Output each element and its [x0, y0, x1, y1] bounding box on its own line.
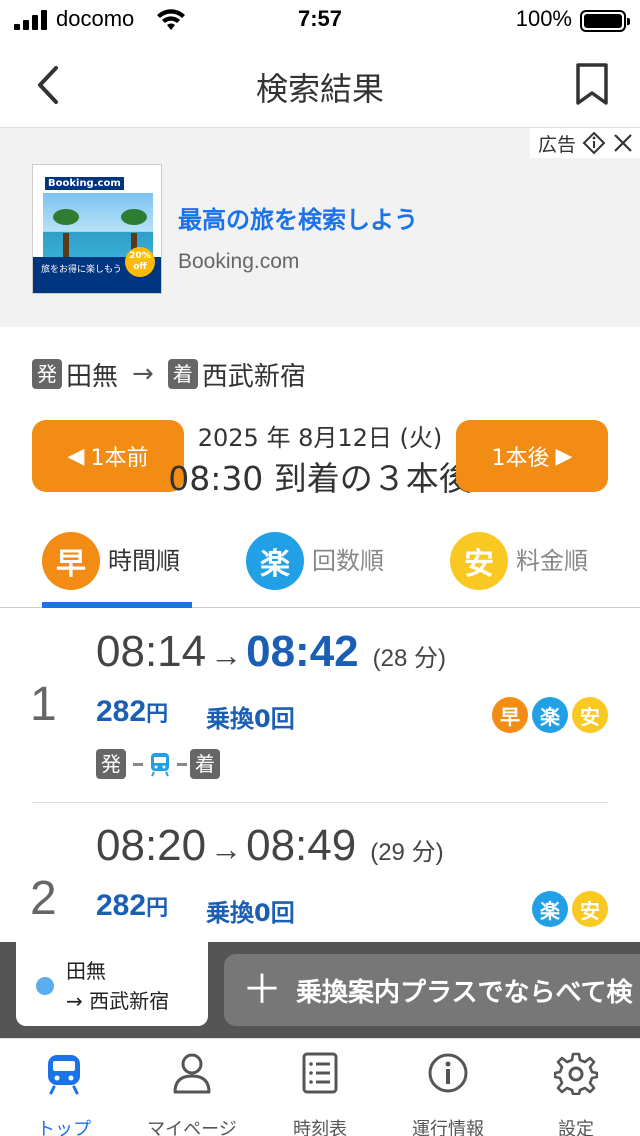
saved-route-to: → 西武新宿 [66, 989, 170, 1013]
tab-sort-transfers[interactable]: 楽 回数順 [246, 530, 396, 608]
time-arrow: → [210, 637, 243, 673]
tab-service-info-label: 運行情報 [412, 1119, 484, 1136]
departure-tag: 発 [96, 749, 126, 779]
departure-time: 08:20 [96, 821, 207, 870]
train-icon [151, 753, 169, 777]
route-dot-icon [36, 977, 54, 995]
tab-mypage[interactable]: マイページ [128, 1051, 256, 1136]
fare-unit: 円 [146, 701, 169, 726]
arrival-tag: 着 [167, 359, 198, 389]
tab-top-label: トップ [37, 1119, 91, 1136]
tab-mypage-label: マイページ [147, 1119, 237, 1136]
cheap-badge-icon: 安 [572, 697, 608, 733]
fast-icon: 早 [42, 532, 100, 590]
ad-image[interactable]: Booking.com 旅をお得に楽しもう 20% off [32, 164, 162, 294]
route-diagram: 発 着 [96, 749, 224, 779]
fare-amount: 282 [96, 695, 147, 728]
arrival-station: 西武新宿 [201, 361, 306, 392]
arrival-tag: 着 [190, 749, 220, 779]
battery-percent: 100% [515, 6, 572, 31]
result-badges: 楽 安 [532, 891, 608, 927]
fare: 282円 [96, 889, 168, 923]
info-icon [428, 1053, 468, 1093]
result-times: 08:20 → 08:49 (29 分) [96, 821, 444, 871]
plus-icon: ＋ [242, 967, 282, 1013]
time-arrow: → [210, 831, 243, 867]
result-times: 08:14 → 08:42 (28 分) [96, 627, 446, 677]
ad-label-text: 広告 [537, 133, 576, 156]
route-arrow: → [132, 359, 154, 389]
ad-headline[interactable]: 最高の旅を検索しよう [178, 200, 418, 235]
duration: (29 分) [370, 839, 444, 866]
tab-sort-time-label: 時間順 [108, 547, 180, 575]
ad-banner[interactable]: 広告 Booking.com 旅をお得に楽しもう 20% off 最高の旅を検索… [0, 127, 640, 327]
tab-timetable-label: 時刻表 [293, 1119, 347, 1136]
ad-domain: Booking.com [178, 250, 300, 273]
tab-settings[interactable]: 設定 [512, 1051, 640, 1136]
arrival-time: 08:49 [246, 821, 357, 870]
close-icon[interactable] [612, 132, 634, 154]
tab-bar: トップ マイページ 時刻表 運行情報 設定 [0, 1038, 640, 1136]
tab-top[interactable]: トップ [0, 1051, 128, 1136]
fare-unit: 円 [146, 895, 169, 920]
fast-badge-icon: 早 [492, 697, 528, 733]
cheap-badge-icon: 安 [572, 891, 608, 927]
departure-time: 08:14 [96, 627, 207, 676]
tab-service-info[interactable]: 運行情報 [384, 1051, 512, 1136]
result-index: 2 [30, 872, 57, 925]
saved-route-from: 田無 [66, 959, 106, 983]
fare: 282円 [96, 695, 168, 729]
next-train-label: 1本後 [491, 446, 550, 471]
fare-amount: 282 [96, 889, 147, 922]
train-icon [48, 1055, 80, 1095]
tab-sort-fare-label: 料金順 [516, 547, 588, 575]
ad-image-badge: 20% off [125, 247, 155, 277]
battery-icon [580, 10, 630, 32]
departure-tag: 発 [32, 359, 62, 389]
tab-sort-transfers-label: 回数順 [312, 547, 384, 575]
departure-station: 田無 [66, 361, 119, 392]
page-title: 検索結果 [255, 70, 384, 108]
navigation-bar: 検索結果 [0, 44, 640, 126]
saved-route-card[interactable]: 田無 → 西武新宿 [16, 942, 208, 1026]
result-index: 1 [30, 678, 57, 731]
tab-sort-time[interactable]: 早 時間順 [42, 530, 192, 608]
tab-settings-label: 設定 [558, 1119, 594, 1136]
ad-label[interactable]: 広告 [529, 128, 640, 158]
tab-timetable[interactable]: 時刻表 [256, 1051, 384, 1136]
route-result-row[interactable]: 1 08:14 → 08:42 (28 分) 282円 乗換0回 早 楽 安 発… [0, 609, 640, 803]
transfer-count: 乗換0回 [206, 705, 295, 733]
ad-image-caption: 旅をお得に楽しもう [41, 265, 122, 275]
sort-tabs: 早 時間順 楽 回数順 安 料金順 [0, 530, 640, 608]
compare-plus-label: 乗換案内プラスでならべて検 [296, 977, 633, 1008]
compare-plus-button[interactable]: ＋ 乗換案内プラスでならべて検 [224, 954, 640, 1026]
bookmark-icon[interactable] [574, 62, 610, 106]
route-summary: 発 田無 → 着 西武新宿 [32, 354, 306, 394]
floating-bar: 田無 → 西武新宿 ＋ 乗換案内プラスでならべて検 [0, 942, 640, 1038]
easy-badge-icon: 楽 [532, 697, 568, 733]
next-train-button[interactable]: 1本後 ▶ [456, 420, 608, 492]
arrival-time: 08:42 [246, 627, 359, 676]
timetable-icon [302, 1052, 338, 1094]
result-badges: 早 楽 安 [492, 697, 608, 733]
gear-icon [553, 1052, 599, 1096]
ad-image-brand: Booking.com [45, 177, 124, 190]
easy-badge-icon: 楽 [532, 891, 568, 927]
tab-sort-fare[interactable]: 安 料金順 [450, 530, 600, 608]
status-bar: docomo 7:57 100% [0, 0, 640, 40]
easy-icon: 楽 [246, 532, 304, 590]
person-icon [173, 1053, 211, 1094]
transfer-count: 乗換0回 [206, 899, 295, 927]
adchoices-icon[interactable] [582, 131, 606, 155]
cheap-icon: 安 [450, 532, 508, 590]
duration: (28 分) [372, 645, 447, 672]
right-triangle-icon: ▶ [555, 443, 573, 469]
